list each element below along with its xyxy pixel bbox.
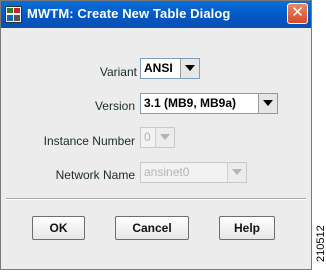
variant-label: Variant	[99, 65, 137, 79]
chevron-down-icon	[185, 65, 195, 71]
version-dropdown-arrow[interactable]	[258, 94, 277, 113]
dialog-window: MWTM: Create New Table Dialog ✕ Variant …	[0, 0, 312, 270]
title-bar[interactable]: MWTM: Create New Table Dialog ✕	[1, 1, 311, 28]
help-button[interactable]: Help	[219, 216, 275, 240]
chevron-down-icon	[160, 134, 170, 140]
version-dropdown[interactable]: 3.1 (MB9, MB9a)	[140, 93, 278, 114]
dialog-title: MWTM: Create New Table Dialog	[27, 6, 231, 21]
instance-number-dropdown-arrow	[155, 128, 174, 147]
network-name-label: Network Name	[55, 168, 135, 182]
network-name-value: ansinet0	[144, 165, 190, 179]
cancel-button[interactable]: Cancel	[115, 216, 189, 240]
instance-number-value: 0	[144, 130, 151, 144]
instance-number-dropdown: 0	[140, 127, 175, 148]
variant-dropdown[interactable]: ANSI	[140, 58, 200, 79]
chevron-down-icon	[232, 169, 242, 175]
button-divider	[6, 198, 306, 200]
version-label: Version	[94, 99, 135, 113]
variant-dropdown-arrow[interactable]	[180, 59, 199, 78]
version-value: 3.1 (MB9, MB9a)	[144, 96, 237, 110]
close-icon: ✕	[291, 4, 304, 21]
instance-number-label: Instance Number	[43, 134, 135, 148]
figure-code: 210512	[315, 225, 326, 262]
chevron-down-icon	[263, 100, 273, 106]
network-name-dropdown-arrow	[227, 163, 246, 182]
variant-value: ANSI	[144, 61, 173, 75]
ok-button[interactable]: OK	[32, 216, 85, 240]
app-icon	[5, 6, 22, 23]
network-name-dropdown: ansinet0	[140, 162, 247, 183]
close-button[interactable]: ✕	[287, 3, 308, 24]
